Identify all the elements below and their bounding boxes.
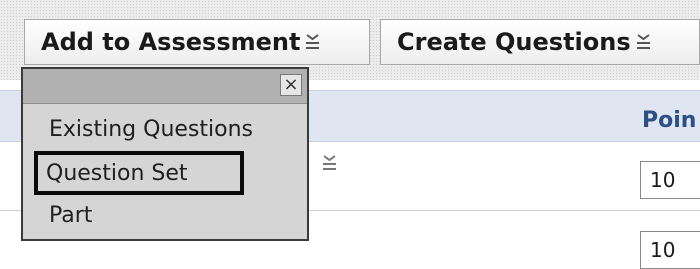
- add-to-assessment-label: Add to Assessment: [41, 28, 301, 56]
- add-to-assessment-menu: × Existing Questions Question Set Part: [21, 67, 309, 241]
- menu-item-part[interactable]: Part: [31, 195, 301, 235]
- create-questions-button[interactable]: Create Questions: [380, 19, 700, 65]
- menu-title-bar: ×: [23, 69, 307, 104]
- menu-item-question-set[interactable]: Question Set: [34, 151, 244, 195]
- points-input[interactable]: 10: [640, 231, 700, 269]
- close-icon[interactable]: ×: [280, 74, 302, 96]
- points-input[interactable]: 10: [640, 161, 700, 199]
- points-column-header: Poin: [642, 108, 697, 133]
- menu-lines-icon: [634, 32, 653, 51]
- menu-item-existing-questions[interactable]: Existing Questions: [31, 109, 301, 149]
- menu-lines-icon[interactable]: [320, 153, 339, 172]
- create-questions-label: Create Questions: [397, 28, 631, 56]
- add-to-assessment-button[interactable]: Add to Assessment: [24, 19, 370, 65]
- menu-lines-icon: [303, 32, 322, 51]
